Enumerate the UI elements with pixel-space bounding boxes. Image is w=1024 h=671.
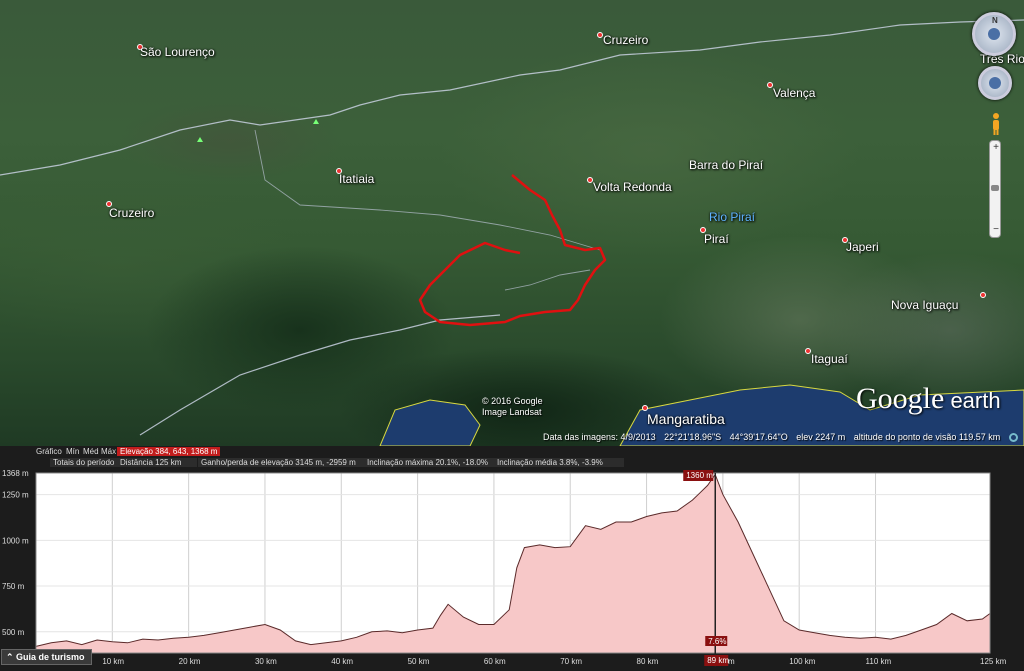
latitude-readout: 22°21'18.96"S <box>664 432 722 442</box>
cursor-elevation-label: 1360 m <box>686 471 713 480</box>
place-label[interactable]: Barra do Piraí <box>689 158 763 172</box>
x-tick-label: 125 km <box>980 657 1007 666</box>
x-tick-label: 10 km <box>102 657 124 666</box>
imagery-date: Data das imagens: 4/9/2013 <box>543 432 656 442</box>
look-around-control[interactable]: N <box>972 12 1016 56</box>
imagery-copyright: © 2016 Google Image Landsat <box>482 396 543 418</box>
x-tick-label: 40 km <box>331 657 353 666</box>
tour-guide-label[interactable]: Guia de turismo <box>16 652 85 662</box>
streaming-indicator-icon <box>1008 433 1018 443</box>
tour-guide-button[interactable]: ⌃ Guia de turismo <box>1 649 92 665</box>
river-label[interactable]: Rio Piraí <box>709 210 755 224</box>
x-tick-label: 60 km <box>484 657 506 666</box>
place-label[interactable]: Nova Iguaçu <box>891 298 958 312</box>
place-label[interactable]: Valença <box>773 86 815 100</box>
logo-earth: earth <box>944 388 1001 413</box>
look-joystick-icon[interactable] <box>988 28 1000 40</box>
logo-google: Google <box>856 382 945 415</box>
y-tick-label: 1250 m <box>2 491 29 500</box>
graph-label: Gráfico <box>36 447 62 456</box>
peak-marker <box>197 137 203 142</box>
place-label[interactable]: Japeri <box>846 240 879 254</box>
status-bar: Data das imagens: 4/9/2013 22°21'18.96"S… <box>543 432 1024 443</box>
place-dot <box>980 292 986 298</box>
pegman-icon[interactable] <box>990 112 1002 136</box>
place-label[interactable]: Cruzeiro <box>603 33 648 47</box>
zoom-slider-handle[interactable] <box>991 185 999 191</box>
north-indicator[interactable]: N <box>992 16 998 25</box>
x-tick-label: 30 km <box>255 657 277 666</box>
place-label[interactable]: Itatiaia <box>339 172 374 186</box>
longitude-readout: 44°39'17.64"O <box>729 432 788 442</box>
place-label[interactable]: Itaguaí <box>811 352 848 366</box>
x-tick-label: 100 km <box>789 657 816 666</box>
x-tick-label: 50 km <box>408 657 430 666</box>
map-overlay <box>0 19 1024 446</box>
place-label[interactable]: São Lourenço <box>140 45 215 59</box>
elevation-readout: elev 2247 m <box>796 432 846 442</box>
copyright-line: Image Landsat <box>482 407 542 417</box>
municipal-border-2 <box>504 269 591 291</box>
x-tick-label: 70 km <box>560 657 582 666</box>
place-label[interactable]: Cruzeiro <box>109 206 154 220</box>
move-control[interactable] <box>978 66 1012 100</box>
y-tick-label: 750 m <box>2 582 25 591</box>
route-track <box>418 174 607 327</box>
move-joystick-icon[interactable] <box>989 77 1001 89</box>
max-toggle[interactable]: Máx <box>101 447 116 456</box>
zoom-in-button[interactable]: + <box>990 142 1002 154</box>
y-tick-label: 1000 m <box>2 536 29 545</box>
x-tick-label: 110 km <box>866 657 892 666</box>
cursor-distance-label: 89 km <box>707 656 729 665</box>
x-tick-label: 20 km <box>179 657 201 666</box>
peak-marker <box>313 119 319 124</box>
copyright-line: © 2016 Google <box>482 396 543 406</box>
med-toggle[interactable]: Méd <box>83 447 99 456</box>
municipal-border-1 <box>254 129 601 251</box>
elevation-profile-panel: Gráfico Mín Méd Máx Elevação 384, 643, 1… <box>0 446 1024 671</box>
eye-altitude-readout: altitude do ponto de visão 119.57 km <box>853 432 1001 442</box>
cursor-slope-label: 7.6% <box>708 637 726 646</box>
google-earth-logo: Google earth <box>856 382 1001 416</box>
bay-water-west <box>379 399 481 446</box>
place-label[interactable]: Mangaratiba <box>647 411 725 427</box>
map-view[interactable]: São Lourenço Cruzeiro Três Rio Valença B… <box>0 0 1024 446</box>
zoom-out-button[interactable]: − <box>990 224 1002 236</box>
place-label[interactable]: Volta Redonda <box>593 180 672 194</box>
state-border-north <box>0 19 1024 176</box>
elevation-selector[interactable]: Elevação 384, 643, 1368 m <box>117 447 221 456</box>
place-label[interactable]: Piraí <box>704 232 729 246</box>
min-toggle[interactable]: Mín <box>66 447 79 456</box>
y-tick-label: 500 m <box>2 628 25 637</box>
zoom-slider[interactable]: + − <box>989 140 1001 238</box>
y-tick-label: 1368 m <box>2 469 29 478</box>
elevation-chart[interactable]: 10 km 20 km 30 km 40 km 50 km 60 km 70 km 80 km… <box>0 463 1024 671</box>
x-tick-label: 80 km <box>637 657 659 666</box>
